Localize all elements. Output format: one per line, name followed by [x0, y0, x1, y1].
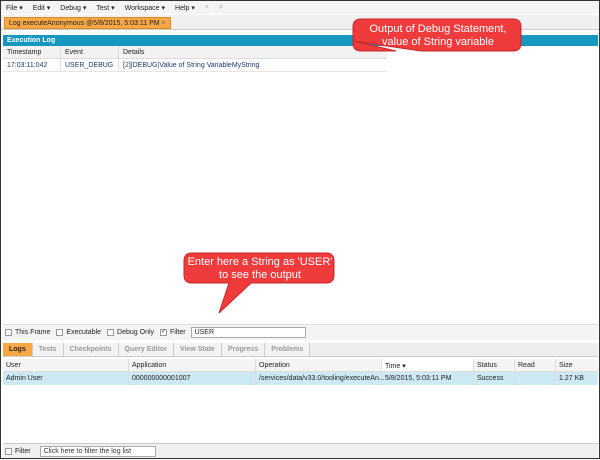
callout-filter-text: Enter here a String as 'USER' to see the…	[187, 256, 333, 281]
callout-shapes	[183, 18, 522, 314]
callout-debug-text: Output of Debug Statement, value of Stri…	[369, 23, 507, 48]
